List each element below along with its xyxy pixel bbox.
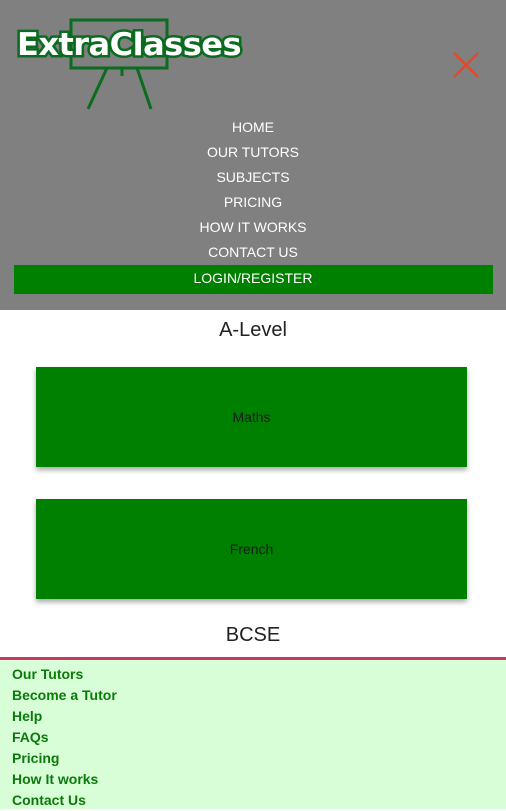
close-icon — [453, 52, 479, 78]
section-title-a-level: A-Level — [219, 319, 287, 341]
footer-link-faqs[interactable]: FAQs — [12, 727, 506, 748]
subject-card-french[interactable]: French — [36, 499, 467, 599]
subject-card-label: Maths — [232, 409, 271, 425]
footer-link-pricing[interactable]: Pricing — [12, 748, 506, 769]
nav-item-how-it-works[interactable]: HOW IT WORKS — [0, 215, 506, 240]
login-register-button[interactable]: LOGIN/REGISTER — [13, 265, 493, 294]
section-title-bcse: BCSE — [225, 624, 281, 646]
footer-link-become-a-tutor[interactable]: Become a Tutor — [12, 685, 506, 706]
footer-link-how-it-works[interactable]: How It works — [12, 769, 506, 790]
subject-card-label: French — [229, 541, 274, 557]
subject-card-maths[interactable]: Maths — [36, 367, 467, 467]
logo-text: ExtraClasses — [17, 27, 241, 63]
nav-item-contact-us[interactable]: CONTACT US — [0, 240, 506, 265]
footer: Our Tutors Become a Tutor Help FAQs Pric… — [0, 657, 506, 809]
nav-item-our-tutors[interactable]: OUR TUTORS — [0, 140, 506, 165]
nav-item-home[interactable]: HOME — [0, 115, 506, 140]
footer-link-help[interactable]: Help — [12, 706, 506, 727]
nav-item-subjects[interactable]: SUBJECTS — [0, 165, 506, 190]
header-menu-overlay: ExtraClasses HOME OUR TUTORS SUBJECTS PR… — [0, 0, 506, 310]
easel-logo-icon: ExtraClasses — [15, 18, 244, 110]
footer-link-our-tutors[interactable]: Our Tutors — [12, 664, 506, 685]
close-menu-button[interactable] — [451, 50, 481, 80]
logo[interactable]: ExtraClasses — [14, 16, 249, 112]
main-nav: HOME OUR TUTORS SUBJECTS PRICING HOW IT … — [0, 115, 506, 294]
footer-link-contact-us[interactable]: Contact Us — [12, 790, 506, 811]
nav-item-pricing[interactable]: PRICING — [0, 190, 506, 215]
